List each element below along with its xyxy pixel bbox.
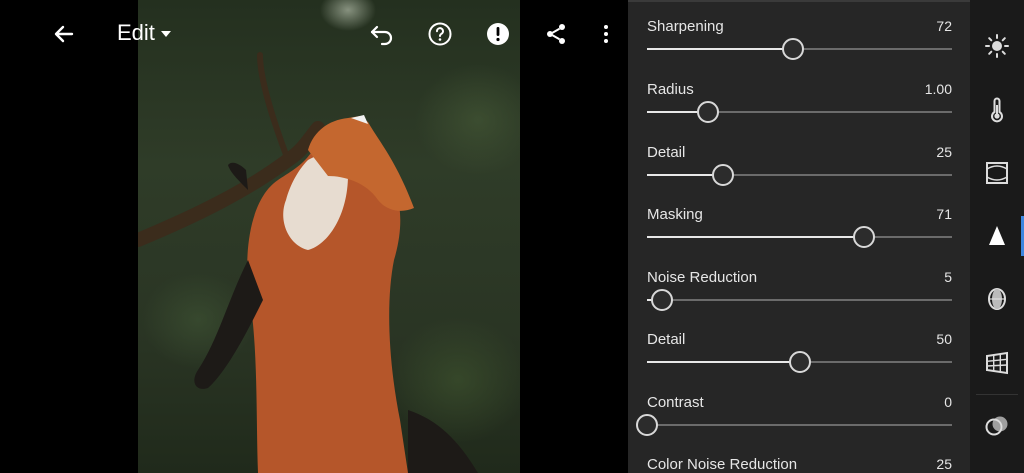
slider-label: Detail	[647, 331, 686, 348]
tool-strip	[970, 0, 1024, 473]
slider-noise-detail: Detail 50	[647, 331, 952, 393]
slider-thumb[interactable]	[651, 289, 674, 311]
slider-track[interactable]	[647, 38, 952, 60]
slider-track[interactable]	[647, 164, 952, 186]
slider-value: 72	[936, 18, 952, 34]
color-temperature-icon[interactable]	[981, 94, 1013, 126]
slider-detail: Detail 25	[647, 144, 952, 206]
help-icon[interactable]	[424, 18, 456, 50]
more-vertical-icon[interactable]	[590, 18, 622, 50]
photo-area: Edit	[0, 0, 628, 473]
slider-thumb[interactable]	[788, 351, 811, 373]
undo-icon[interactable]	[366, 18, 398, 50]
light-icon[interactable]	[981, 30, 1013, 62]
slider-fill	[647, 361, 800, 363]
slider-label: Contrast	[647, 394, 704, 411]
detail-panel: Sharpening 72 Radius 1.00 Detail 25 Mask…	[628, 0, 970, 473]
slider-sharpening: Sharpening 72	[647, 18, 952, 80]
slider-label: Sharpening	[647, 18, 724, 35]
slider-value: 25	[936, 144, 952, 160]
alert-icon[interactable]	[482, 18, 514, 50]
slider-value: 25	[936, 456, 952, 472]
slider-color-noise-reduction: Color Noise Reduction 25	[647, 456, 952, 473]
detail-icon[interactable]	[981, 220, 1013, 252]
effects-icon[interactable]	[981, 157, 1013, 189]
slider-value: 5	[944, 269, 952, 285]
slider-contrast: Contrast 0	[636, 394, 952, 456]
slider-label: Color Noise Reduction	[647, 456, 798, 473]
slider-fill	[647, 48, 794, 50]
slider-thumb[interactable]	[852, 226, 875, 248]
slider-value: 1.00	[924, 81, 952, 97]
fox-photo	[138, 52, 478, 473]
slider-label: Detail	[647, 144, 686, 161]
geometry-icon[interactable]	[981, 347, 1013, 379]
slider-track[interactable]	[647, 101, 952, 123]
slider-thumb[interactable]	[782, 38, 805, 60]
slider-track[interactable]	[647, 226, 952, 248]
optics-icon[interactable]	[981, 283, 1013, 315]
slider-label: Masking	[647, 206, 703, 223]
slider-track[interactable]	[647, 289, 952, 311]
strip-divider	[976, 394, 1018, 395]
slider-thumb[interactable]	[636, 414, 658, 436]
edit-mode-dropdown[interactable]: Edit	[117, 20, 171, 46]
slider-label: Radius	[647, 81, 694, 98]
slider-thumb[interactable]	[697, 101, 719, 123]
share-icon[interactable]	[540, 18, 572, 50]
back-arrow-icon[interactable]	[48, 18, 80, 50]
photo-canvas[interactable]	[138, 0, 520, 473]
slider-fill	[647, 236, 864, 238]
slider-label: Noise Reduction	[647, 269, 758, 286]
slider-value: 50	[936, 331, 952, 347]
slider-value: 0	[944, 394, 952, 410]
slider-track[interactable]	[636, 414, 952, 436]
presets-icon[interactable]	[981, 410, 1013, 442]
slider-thumb[interactable]	[712, 164, 735, 186]
slider-track[interactable]	[647, 351, 952, 373]
slider-masking: Masking 71	[647, 206, 952, 268]
chevron-down-icon	[160, 31, 171, 37]
edit-mode-label: Edit	[117, 20, 155, 45]
slider-noise-reduction: Noise Reduction 5	[647, 269, 952, 331]
slider-radius: Radius 1.00	[647, 81, 952, 143]
slider-value: 71	[936, 206, 952, 222]
